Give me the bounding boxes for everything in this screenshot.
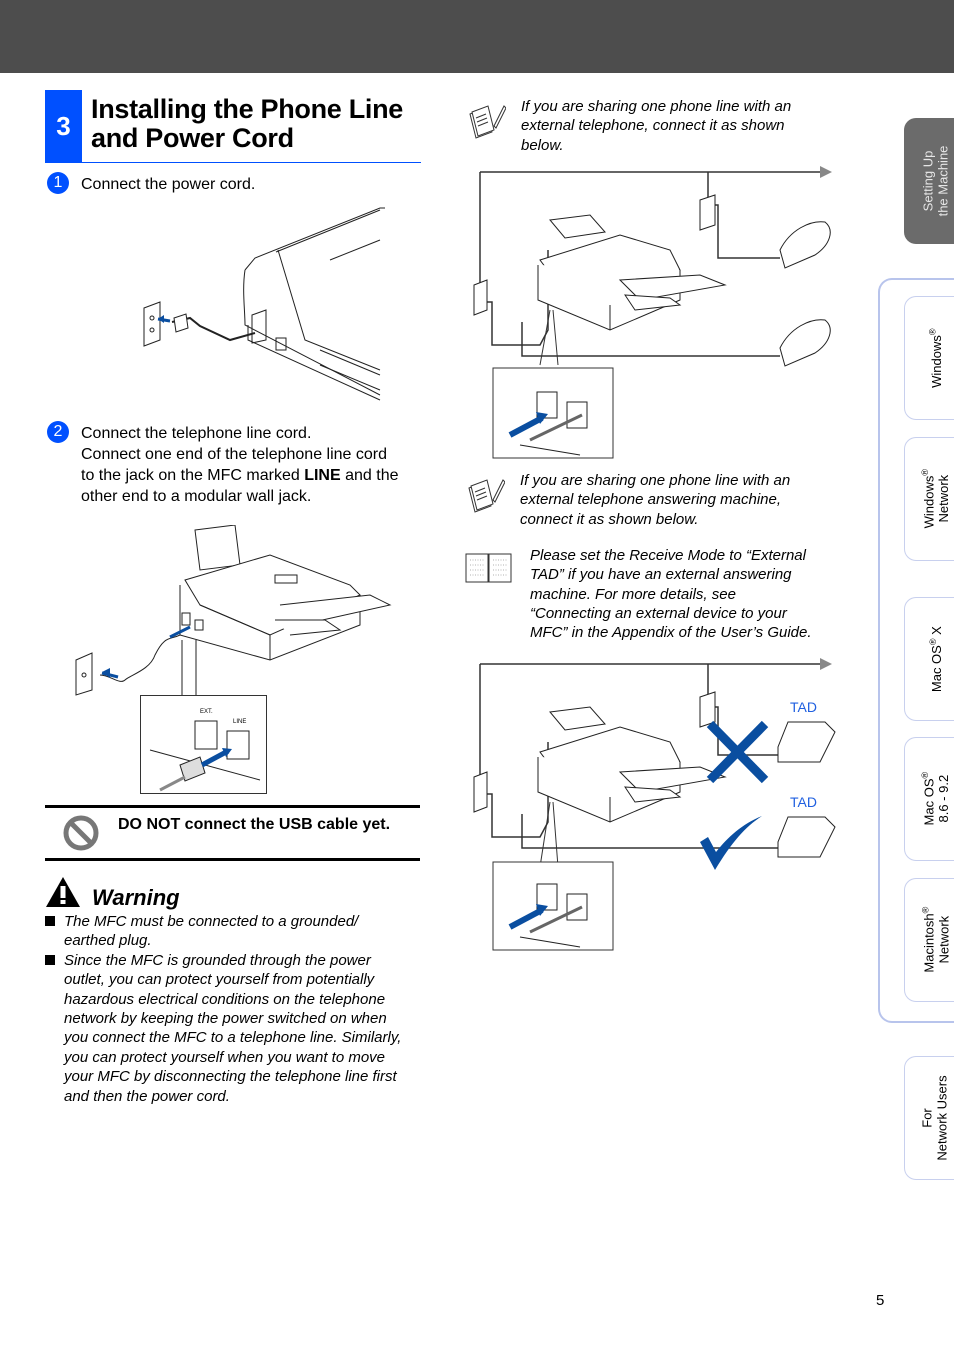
- note-answering-machine: If you are sharing one phone line with a…: [520, 472, 791, 528]
- step-1-text: Connect the power cord.: [81, 176, 256, 193]
- warning-item: The MFC must be connected to a grounded/…: [45, 912, 425, 951]
- step-2-badge: 2: [47, 421, 69, 443]
- warning-item: Since the MFC is grounded through the po…: [45, 951, 425, 1106]
- tab-windows[interactable]: Windows®: [904, 296, 954, 420]
- line-arrow-icon: [820, 166, 832, 178]
- step-2-line3: to the jack on the MFC marked LINE and t…: [81, 467, 399, 484]
- tab-macintosh-network[interactable]: Macintosh® Network: [904, 878, 954, 1002]
- book-icon: [465, 553, 512, 583]
- page-number: 5: [876, 1292, 885, 1309]
- warning-title: Warning: [92, 885, 180, 910]
- page-header-bar: [0, 0, 954, 73]
- note-pencil-icon: [468, 479, 505, 513]
- bullet-square-icon: [45, 916, 55, 926]
- answering-machine-diagram: TAD TAD: [473, 658, 836, 951]
- answering-machine-bottom: [777, 816, 836, 858]
- tad-label-bottom: TAD: [790, 794, 817, 810]
- caution-bottom-rule: [45, 858, 420, 861]
- line-label-bold: LINE: [304, 467, 341, 484]
- ext-jack-label: EXT.: [200, 709, 213, 715]
- note-external-telephone: If you are sharing one phone line with a…: [521, 98, 792, 154]
- step-2-line1: Connect the telephone line cord.: [81, 425, 312, 442]
- step-1-badge: 1: [47, 172, 69, 194]
- line-jack-detail: EXT. LINE: [140, 695, 267, 794]
- warning-triangle-icon: [46, 877, 80, 907]
- step-2-line4: other end to a modular wall jack.: [81, 488, 312, 505]
- step-2-text: Connect the telephone line cord. Connect…: [81, 423, 426, 507]
- note-pencil-icon: [469, 105, 506, 139]
- correct-check-icon: [700, 816, 762, 870]
- section-title-line2: and Power Cord: [91, 123, 294, 153]
- line-jack-label: LINE: [233, 719, 246, 725]
- answering-machine-top: [777, 721, 836, 763]
- section-title-line1: Installing the Phone Line: [91, 94, 404, 124]
- tab-mac-os-classic[interactable]: Mac OS® 8.6 - 9.2: [904, 737, 954, 861]
- note-receive-mode: Please set the Receive Mode to “External…: [530, 547, 812, 642]
- section-number: 3: [45, 90, 82, 163]
- tab-setting-up-machine[interactable]: Setting Up the Machine: [904, 118, 954, 244]
- caution-text: DO NOT connect the USB cable yet.: [118, 816, 391, 833]
- warning-list: The MFC must be connected to a grounded/…: [45, 912, 425, 1106]
- caution-top-rule: [45, 805, 420, 808]
- power-cord-illustration: [143, 207, 385, 401]
- section-rule: [45, 162, 421, 163]
- prohibited-icon: [63, 815, 99, 851]
- bullet-square-icon: [45, 954, 55, 965]
- tad-label-top: TAD: [790, 699, 817, 715]
- tab-mac-os-x[interactable]: Mac OS® X: [904, 597, 954, 721]
- tab-network-users[interactable]: For Network Users: [904, 1056, 954, 1180]
- tab-windows-network[interactable]: Windows® Network: [904, 437, 954, 561]
- step-2-line2: Connect one end of the telephone line co…: [81, 446, 388, 463]
- section-title: Installing the Phone Line and Power Cord: [91, 95, 421, 153]
- external-telephone-diagram: [473, 166, 832, 459]
- line-arrow-icon: [820, 658, 832, 670]
